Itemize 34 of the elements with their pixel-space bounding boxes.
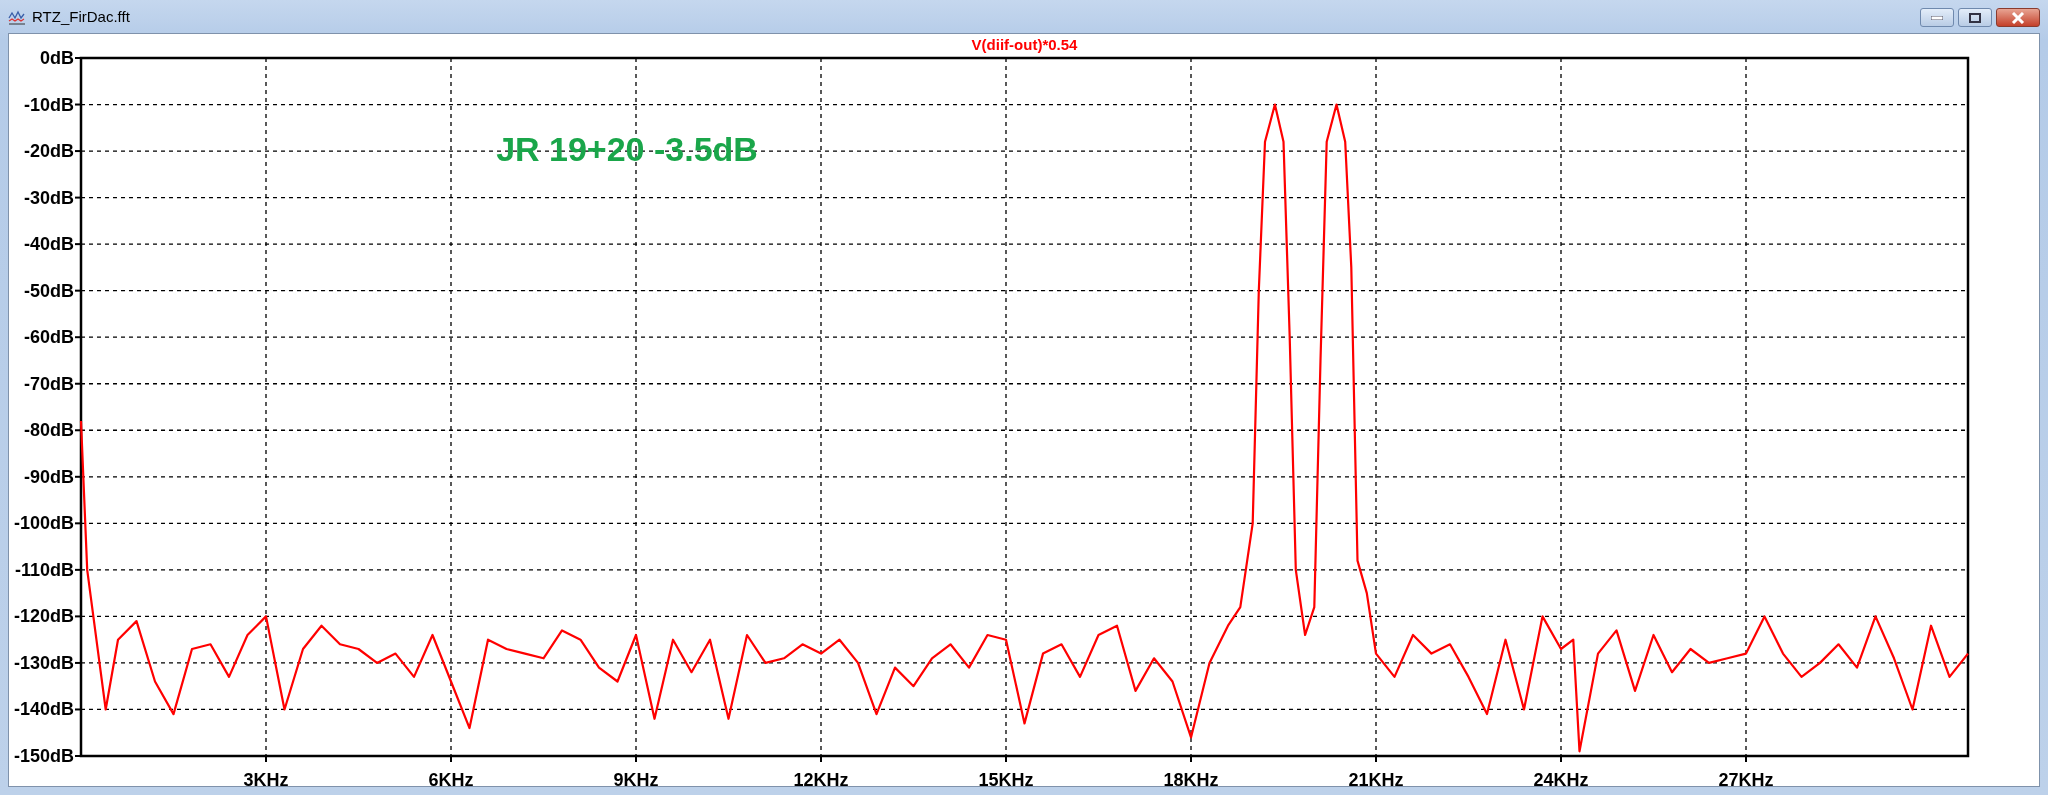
- y-tick-label: -40dB: [24, 234, 74, 255]
- x-tick-label: 24KHz: [1533, 770, 1589, 786]
- x-tick-label: 15KHz: [978, 770, 1034, 786]
- close-button[interactable]: [1996, 8, 2040, 27]
- window-title: RTZ_FirDac.fft: [32, 8, 130, 25]
- trace-label[interactable]: V(diif-out)*0.54: [971, 36, 1078, 53]
- close-icon: [2011, 11, 2025, 24]
- minimize-icon: [1931, 15, 1943, 20]
- y-tick-label: -150dB: [13, 746, 74, 766]
- y-tick-label: -50dB: [24, 280, 74, 301]
- x-tick-label: 21KHz: [1348, 770, 1404, 786]
- y-tick-label: -140dB: [13, 699, 74, 720]
- x-tick-label: 6KHz: [428, 770, 474, 786]
- y-tick-label: -10dB: [24, 94, 74, 115]
- y-tick-label: -110dB: [14, 559, 74, 580]
- minimize-button[interactable]: [1920, 8, 1954, 27]
- y-tick-label: 0dB: [40, 48, 74, 68]
- y-tick-label: -100dB: [13, 513, 74, 534]
- x-tick-label: 9KHz: [613, 770, 659, 786]
- maximize-button[interactable]: [1958, 8, 1992, 27]
- maximize-icon: [1969, 12, 1981, 23]
- x-tick-label: 12KHz: [793, 770, 849, 786]
- y-tick-label: -20dB: [24, 141, 74, 162]
- y-tick-label: -60dB: [24, 327, 74, 348]
- x-tick-label: 3KHz: [243, 770, 289, 786]
- y-tick-label: -90dB: [24, 466, 74, 487]
- y-tick-label: -120dB: [13, 606, 74, 627]
- y-tick-label: -80dB: [24, 420, 74, 441]
- annotation-text: JR 19+20 -3.5dB: [496, 130, 758, 169]
- x-tick-label: 27KHz: [1718, 770, 1774, 786]
- y-tick-label: -30dB: [24, 187, 74, 208]
- y-tick-label: -130dB: [13, 652, 74, 673]
- y-tick-label: -70dB: [24, 373, 74, 394]
- x-tick-label: 18KHz: [1163, 770, 1219, 786]
